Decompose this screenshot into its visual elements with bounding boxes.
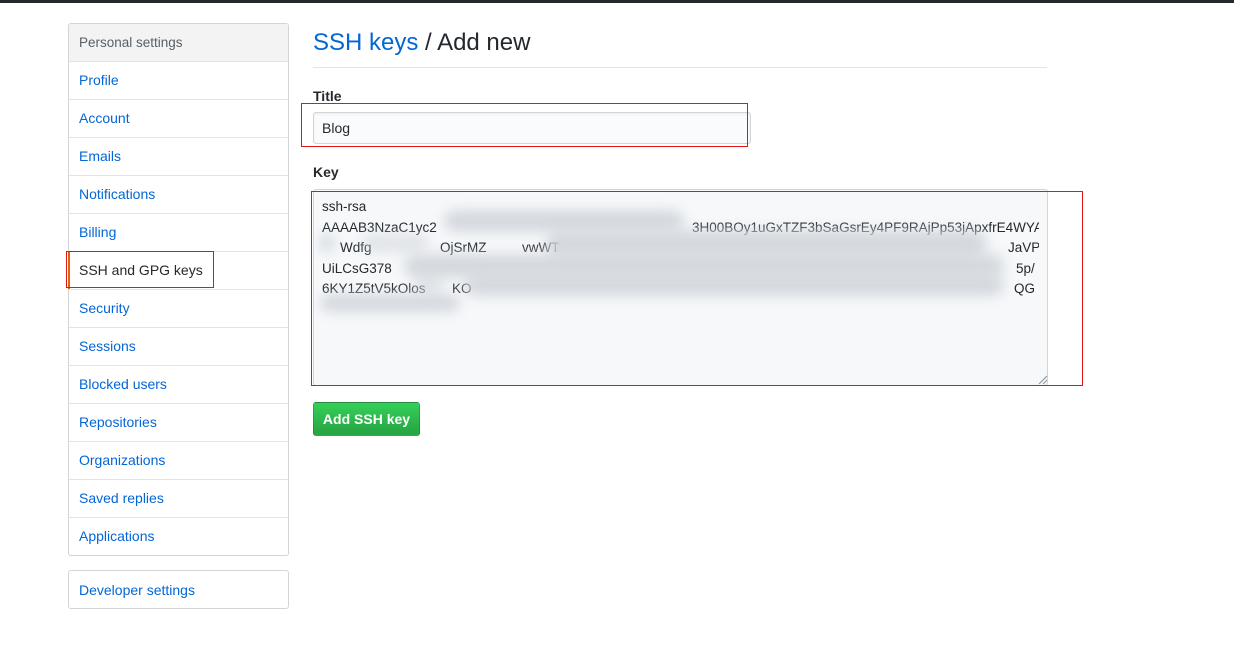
key-textarea[interactable]: ssh-rsa AAAAB3NzaC1yc2 3H00BOy1uGxTZF3bS…	[313, 189, 1048, 386]
redaction-blur	[320, 294, 460, 312]
sidebar-item-emails[interactable]: Emails	[69, 138, 288, 176]
redaction-blur	[320, 234, 334, 252]
developer-settings-panel: Developer settings	[68, 570, 289, 609]
add-ssh-key-button[interactable]: Add SSH key	[313, 402, 420, 436]
breadcrumb-ssh-keys-link[interactable]: SSH keys	[313, 29, 418, 56]
sidebar-item-repositories[interactable]: Repositories	[69, 404, 288, 442]
redaction-blur	[414, 274, 444, 294]
title-input[interactable]	[313, 112, 751, 144]
sidebar-item-security[interactable]: Security	[69, 290, 288, 328]
key-label: Key	[313, 164, 339, 180]
sidebar-header: Personal settings	[69, 24, 288, 62]
sidebar-item-sessions[interactable]: Sessions	[69, 328, 288, 366]
sidebar-item-notifications[interactable]: Notifications	[69, 176, 288, 214]
breadcrumb-separator: /	[418, 29, 438, 56]
sidebar-item-developer-settings[interactable]: Developer settings	[69, 571, 288, 608]
sidebar-item-blocked-users[interactable]: Blocked users	[69, 366, 288, 404]
sidebar-item-saved-replies[interactable]: Saved replies	[69, 480, 288, 518]
sidebar-item-account[interactable]: Account	[69, 100, 288, 138]
sidebar-item-profile[interactable]: Profile	[69, 62, 288, 100]
top-bar	[0, 0, 1234, 3]
key-line-3-end: JaVP	[1008, 240, 1039, 255]
settings-sidebar: Personal settings Profile Account Emails…	[68, 23, 289, 556]
page-title: Add new	[437, 29, 531, 56]
sidebar-item-ssh-gpg-keys[interactable]: SSH and GPG keys	[68, 252, 288, 290]
sidebar-item-billing[interactable]: Billing	[69, 214, 288, 252]
resize-handle-icon[interactable]	[1038, 375, 1048, 385]
redaction-blur	[464, 274, 1004, 296]
key-line-4-end: 5p/	[1016, 260, 1035, 276]
sidebar-item-applications[interactable]: Applications	[69, 518, 288, 555]
redaction-blur	[444, 210, 684, 232]
key-line-5-end: QG	[1014, 281, 1036, 296]
sidebar-item-organizations[interactable]: Organizations	[69, 442, 288, 480]
title-label: Title	[313, 88, 342, 104]
redaction-blur	[362, 234, 428, 252]
page-heading: SSH keys / Add new	[313, 27, 1047, 68]
key-line-2-start: AAAAB3NzaC1yc2	[322, 219, 437, 235]
key-line-4-start: UiLCsG378	[322, 260, 392, 276]
